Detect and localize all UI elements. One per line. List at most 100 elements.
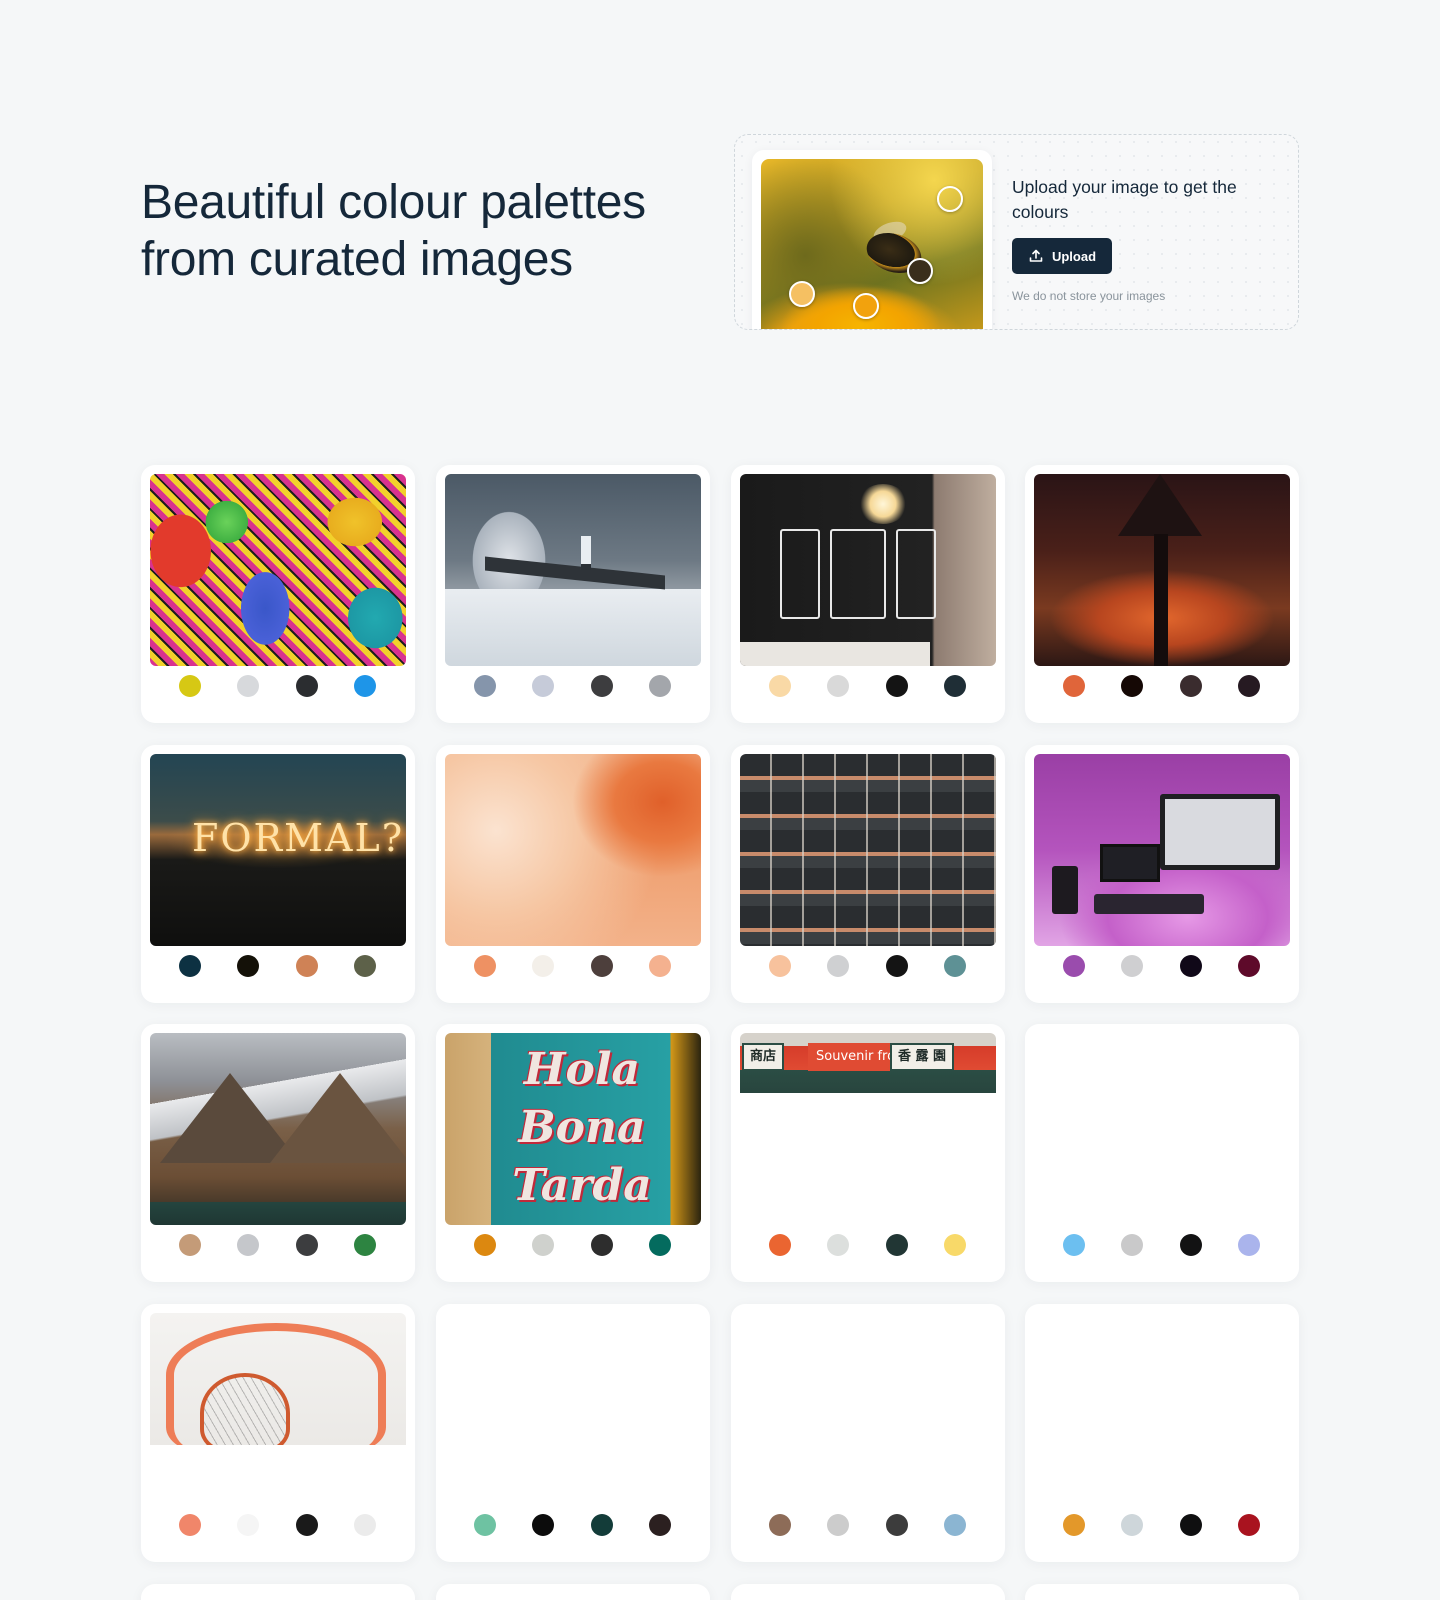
color-picker-marker[interactable] — [937, 186, 963, 212]
color-swatch[interactable] — [944, 675, 966, 697]
color-swatch[interactable] — [179, 675, 201, 697]
color-swatch[interactable] — [532, 1234, 554, 1256]
color-swatch[interactable] — [532, 955, 554, 977]
color-swatch[interactable] — [296, 955, 318, 977]
color-picker-marker[interactable] — [907, 258, 933, 284]
color-swatch[interactable] — [474, 675, 496, 697]
palette-card[interactable] — [141, 1024, 415, 1282]
color-swatch[interactable] — [1180, 1514, 1202, 1536]
color-swatch[interactable] — [944, 1234, 966, 1256]
color-swatch[interactable] — [354, 675, 376, 697]
color-swatch[interactable] — [179, 1514, 201, 1536]
palette-card[interactable] — [1025, 745, 1299, 1003]
color-swatch[interactable] — [769, 955, 791, 977]
color-swatch[interactable] — [769, 675, 791, 697]
color-swatch[interactable] — [474, 1234, 496, 1256]
upload-button[interactable]: Upload — [1012, 238, 1112, 274]
hola-bona-tarda-image[interactable]: Hola Bona Tarda — [445, 1033, 701, 1225]
color-swatch[interactable] — [886, 1514, 908, 1536]
color-swatch[interactable] — [886, 675, 908, 697]
color-swatch[interactable] — [886, 955, 908, 977]
palette-card[interactable] — [436, 1304, 710, 1562]
palette-card[interactable]: Hola Bona Tarda — [436, 1024, 710, 1282]
palette-card[interactable] — [731, 465, 1005, 723]
palette-card[interactable] — [731, 1304, 1005, 1562]
color-swatch[interactable] — [296, 1234, 318, 1256]
palette-card[interactable]: 商店 Souvenir from 香 露 園 — [731, 1024, 1005, 1282]
palette-card[interactable] — [436, 1584, 710, 1600]
color-swatch[interactable] — [649, 955, 671, 977]
color-swatch[interactable] — [769, 1514, 791, 1536]
color-swatch[interactable] — [1238, 675, 1260, 697]
cafe-chalkboard-image[interactable] — [740, 474, 996, 666]
color-swatch[interactable] — [886, 1234, 908, 1256]
palette-card[interactable] — [1025, 465, 1299, 723]
color-swatch[interactable] — [296, 675, 318, 697]
color-swatch[interactable] — [532, 675, 554, 697]
palette-card[interactable]: FORMAL? — [141, 745, 415, 1003]
palette-card[interactable] — [1025, 1304, 1299, 1562]
color-swatch[interactable] — [591, 955, 613, 977]
lighthouse-waves-image[interactable] — [445, 474, 701, 666]
color-swatch[interactable] — [591, 1234, 613, 1256]
palette-card[interactable] — [141, 1304, 415, 1562]
snowy-mountain-image[interactable] — [150, 1033, 406, 1225]
sparkler-formal-image[interactable]: FORMAL? — [150, 754, 406, 946]
color-swatch[interactable] — [1121, 675, 1143, 697]
color-swatch[interactable] — [354, 1234, 376, 1256]
color-swatch[interactable] — [591, 675, 613, 697]
color-swatch[interactable] — [591, 1514, 613, 1536]
color-swatch[interactable] — [1180, 675, 1202, 697]
color-swatch[interactable] — [827, 1234, 849, 1256]
color-swatch[interactable] — [296, 1514, 318, 1536]
street-signs-image[interactable]: 商店 Souvenir from 香 露 園 — [740, 1033, 996, 1093]
color-swatch[interactable] — [649, 675, 671, 697]
color-swatch[interactable] — [649, 1234, 671, 1256]
color-swatch[interactable] — [1180, 1234, 1202, 1256]
palette-card[interactable] — [731, 1584, 1005, 1600]
color-swatch[interactable] — [1238, 1514, 1260, 1536]
colorful-graffiti-wall-image[interactable] — [150, 474, 406, 666]
autumn-fog-image[interactable] — [445, 754, 701, 946]
palette-card[interactable] — [141, 1584, 415, 1600]
color-swatch[interactable] — [769, 1234, 791, 1256]
palette-card[interactable] — [436, 465, 710, 723]
color-swatch[interactable] — [1121, 955, 1143, 977]
color-swatch[interactable] — [827, 955, 849, 977]
color-swatch[interactable] — [179, 955, 201, 977]
color-swatch[interactable] — [179, 1234, 201, 1256]
color-swatch[interactable] — [1180, 955, 1202, 977]
palette-card[interactable] — [141, 465, 415, 723]
color-swatch[interactable] — [237, 675, 259, 697]
color-swatch[interactable] — [532, 1514, 554, 1536]
color-swatch[interactable] — [237, 955, 259, 977]
color-swatch[interactable] — [1238, 955, 1260, 977]
purple-studio-image[interactable] — [1034, 754, 1290, 946]
color-swatch[interactable] — [649, 1514, 671, 1536]
basketball-hoop-image[interactable] — [150, 1313, 406, 1445]
sunset-lamp-image[interactable] — [1034, 474, 1290, 666]
color-swatch[interactable] — [1063, 1514, 1085, 1536]
color-swatch[interactable] — [354, 955, 376, 977]
color-swatch[interactable] — [944, 955, 966, 977]
color-swatch[interactable] — [474, 1514, 496, 1536]
color-swatch[interactable] — [474, 955, 496, 977]
color-picker-marker[interactable] — [789, 281, 815, 307]
color-swatch[interactable] — [237, 1514, 259, 1536]
color-swatch[interactable] — [827, 1514, 849, 1536]
color-swatch[interactable] — [944, 1514, 966, 1536]
color-picker-marker[interactable] — [853, 293, 879, 319]
color-swatch[interactable] — [237, 1234, 259, 1256]
color-swatch[interactable] — [1238, 1234, 1260, 1256]
color-swatch[interactable] — [1121, 1234, 1143, 1256]
color-swatch[interactable] — [1063, 955, 1085, 977]
palette-card[interactable] — [731, 745, 1005, 1003]
palette-card[interactable] — [1025, 1024, 1299, 1282]
scaffold-building-image[interactable] — [740, 754, 996, 946]
color-swatch[interactable] — [1121, 1514, 1143, 1536]
color-swatch[interactable] — [1063, 1234, 1085, 1256]
palette-card[interactable] — [436, 745, 710, 1003]
color-swatch[interactable] — [354, 1514, 376, 1536]
color-swatch[interactable] — [1063, 675, 1085, 697]
palette-card[interactable] — [1025, 1584, 1299, 1600]
